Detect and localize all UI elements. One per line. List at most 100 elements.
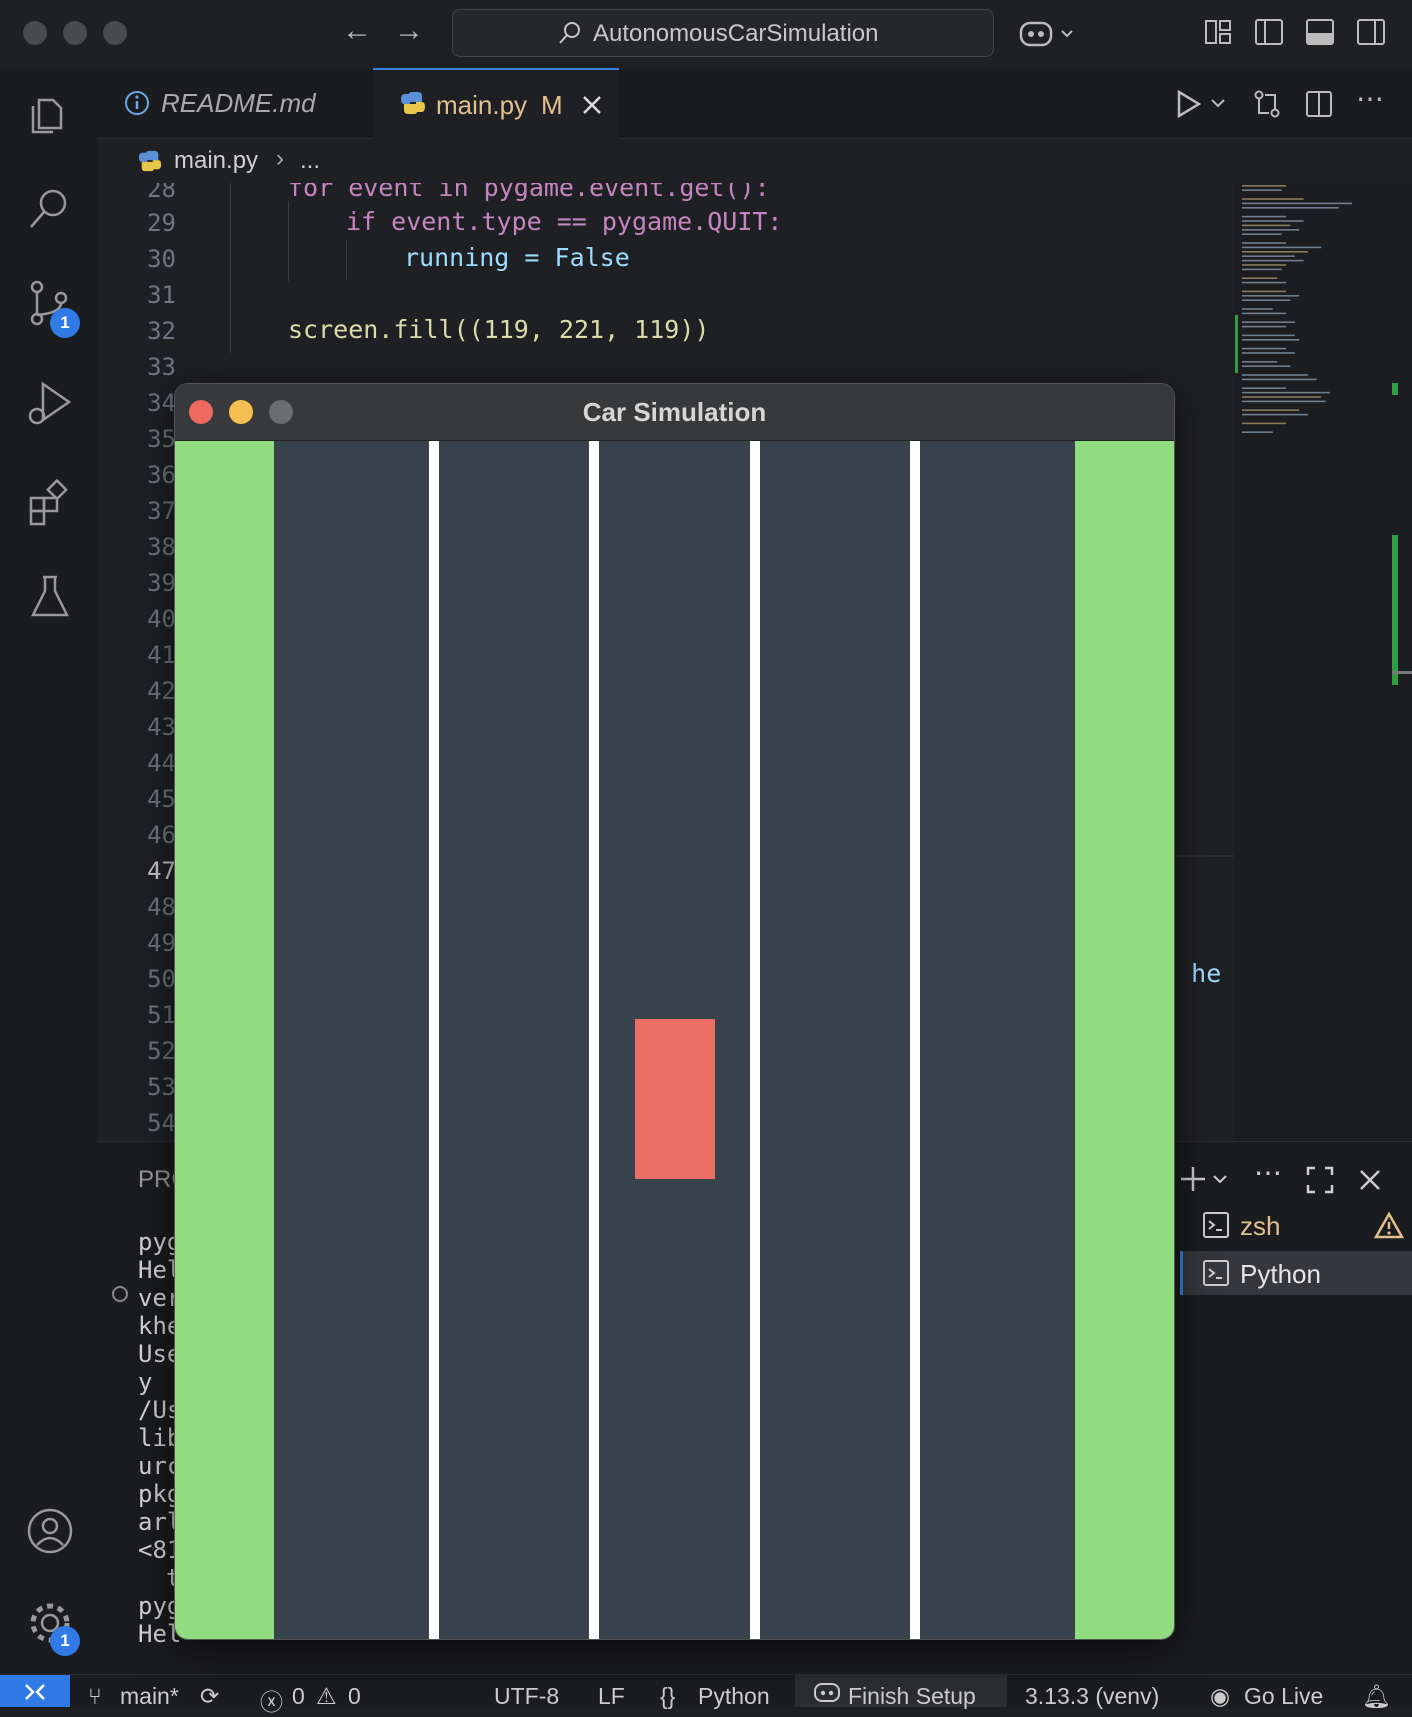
open-changes-icon[interactable] [1252,89,1282,119]
toggle-primary-sidebar-icon[interactable] [1254,17,1284,47]
code-line-28: for event in pygame.event.get(): [288,183,770,202]
minimap-line [1242,259,1304,262]
indent-guide [346,241,347,281]
car-simulation-window[interactable]: Car Simulation [174,383,1175,1640]
line-number: 36 [147,461,176,489]
minimap-line [1242,215,1286,218]
minimap-line [1242,185,1286,187]
line-number: 54 [147,1109,176,1137]
minimap-line [1242,299,1291,301]
run-python-file-icon[interactable] [1176,90,1228,118]
finish-setup-button[interactable]: Finish Setup [795,1675,1007,1709]
minimap-line [1242,374,1308,376]
minimap-line [1242,431,1273,433]
minimap-line [1242,409,1300,411]
lane-divider [910,441,920,1639]
minimap-line [1242,339,1300,341]
minimap-line [1242,347,1286,350]
game-window-title: Car Simulation [582,397,767,427]
terminal-item-python[interactable]: Python [1180,1251,1412,1295]
minimap-line [1242,387,1286,389]
toggle-panel-icon[interactable] [1305,17,1335,47]
code-line-32: screen.fill((119, 221, 119)) [288,315,710,344]
minimap-line [1242,400,1326,403]
minimap-line [1242,264,1286,266]
copilot-icon [814,1683,840,1702]
window-minimize-button[interactable] [63,21,87,45]
tab-readme[interactable]: README.md [98,68,373,138]
tab-main-py[interactable]: main.py M [373,68,619,140]
close-panel-icon[interactable] [1358,1168,1382,1192]
line-number: 49 [147,929,176,957]
extensions-icon[interactable] [25,478,75,528]
copilot-icon[interactable] [1018,18,1076,50]
more-actions-icon[interactable]: ⋯ [1356,82,1384,115]
minimap-line [1242,365,1291,367]
remote-icon [25,1684,45,1700]
game-canvas[interactable] [175,441,1174,1639]
minimap-line [1242,396,1322,398]
breadcrumb-chevron-icon: › [276,145,284,172]
remote-indicator[interactable] [0,1675,70,1707]
minimap-line [1242,391,1330,394]
terminal-line: y [138,1368,153,1396]
new-terminal-icon[interactable] [1180,1164,1230,1194]
run-debug-icon[interactable] [25,378,75,428]
minimap-line [1242,290,1286,293]
line-number: 46 [147,821,176,849]
minimap-line [1242,202,1352,205]
minimap-line [1242,352,1295,354]
line-number: 38 [147,533,176,561]
search-icon [559,22,580,44]
minimap-line [1242,255,1295,257]
minimap-line [1242,246,1322,249]
command-center-search[interactable]: AutonomousCarSimulation [452,9,994,57]
code-line-30: running = False [404,243,630,272]
close-tab-icon[interactable] [581,94,603,116]
split-editor-icon[interactable] [1305,90,1333,118]
terminal-item-zsh[interactable]: zsh [1180,1203,1412,1247]
toggle-secondary-sidebar-icon[interactable] [1356,17,1386,47]
back-arrow-icon[interactable]: ← [342,14,372,48]
maximize-panel-icon[interactable] [1306,1166,1334,1194]
minimap-line [1242,361,1278,363]
minimap-line [1242,251,1308,253]
explorer-icon[interactable] [25,90,75,140]
panel-more-icon[interactable]: ⋯ [1254,1156,1282,1189]
window-close-button[interactable] [23,21,47,45]
line-number: 45 [147,785,176,813]
errors-icon: ⓧ [260,1689,283,1715]
minimap-line [1242,189,1282,191]
tab-main-label: main.py [436,90,528,120]
breadcrumb-more[interactable]: ... [300,147,320,175]
search-icon[interactable] [25,183,75,233]
breadcrumb-file[interactable]: main.py [174,147,258,175]
line-number: 43 [147,713,176,741]
window-zoom-button[interactable] [103,21,127,45]
minimap-line [1242,268,1282,271]
minimap-line [1242,334,1295,337]
code-line-29: if event.type == pygame.QUIT: [346,207,783,236]
lane-divider [429,441,439,1639]
line-number: 37 [147,497,176,525]
minimap-line [1242,321,1295,323]
customize-layout-icon[interactable] [1203,17,1233,47]
testing-icon[interactable] [25,571,75,621]
editor-tab-bar: README.md main.py M ⋯ [98,68,1412,140]
minimap[interactable] [1234,183,1412,1141]
minimap-line [1242,277,1278,279]
python-file-icon [138,150,162,172]
forward-arrow-icon[interactable]: → [394,14,424,48]
minimap-line [1242,295,1300,297]
accounts-icon[interactable] [25,1506,75,1556]
line-number: 39 [147,569,176,597]
minimap-line [1242,207,1339,209]
minimap-line [1242,325,1286,328]
line-number: 33 [147,353,176,381]
activity-bar: 1 1 [0,68,99,1674]
terminal-icon [1203,1260,1229,1286]
game-window-title-bar: Car Simulation [175,384,1174,441]
line-number: 41 [147,641,176,669]
terminal-icon [1203,1212,1229,1238]
line-number: 31 [147,281,176,309]
